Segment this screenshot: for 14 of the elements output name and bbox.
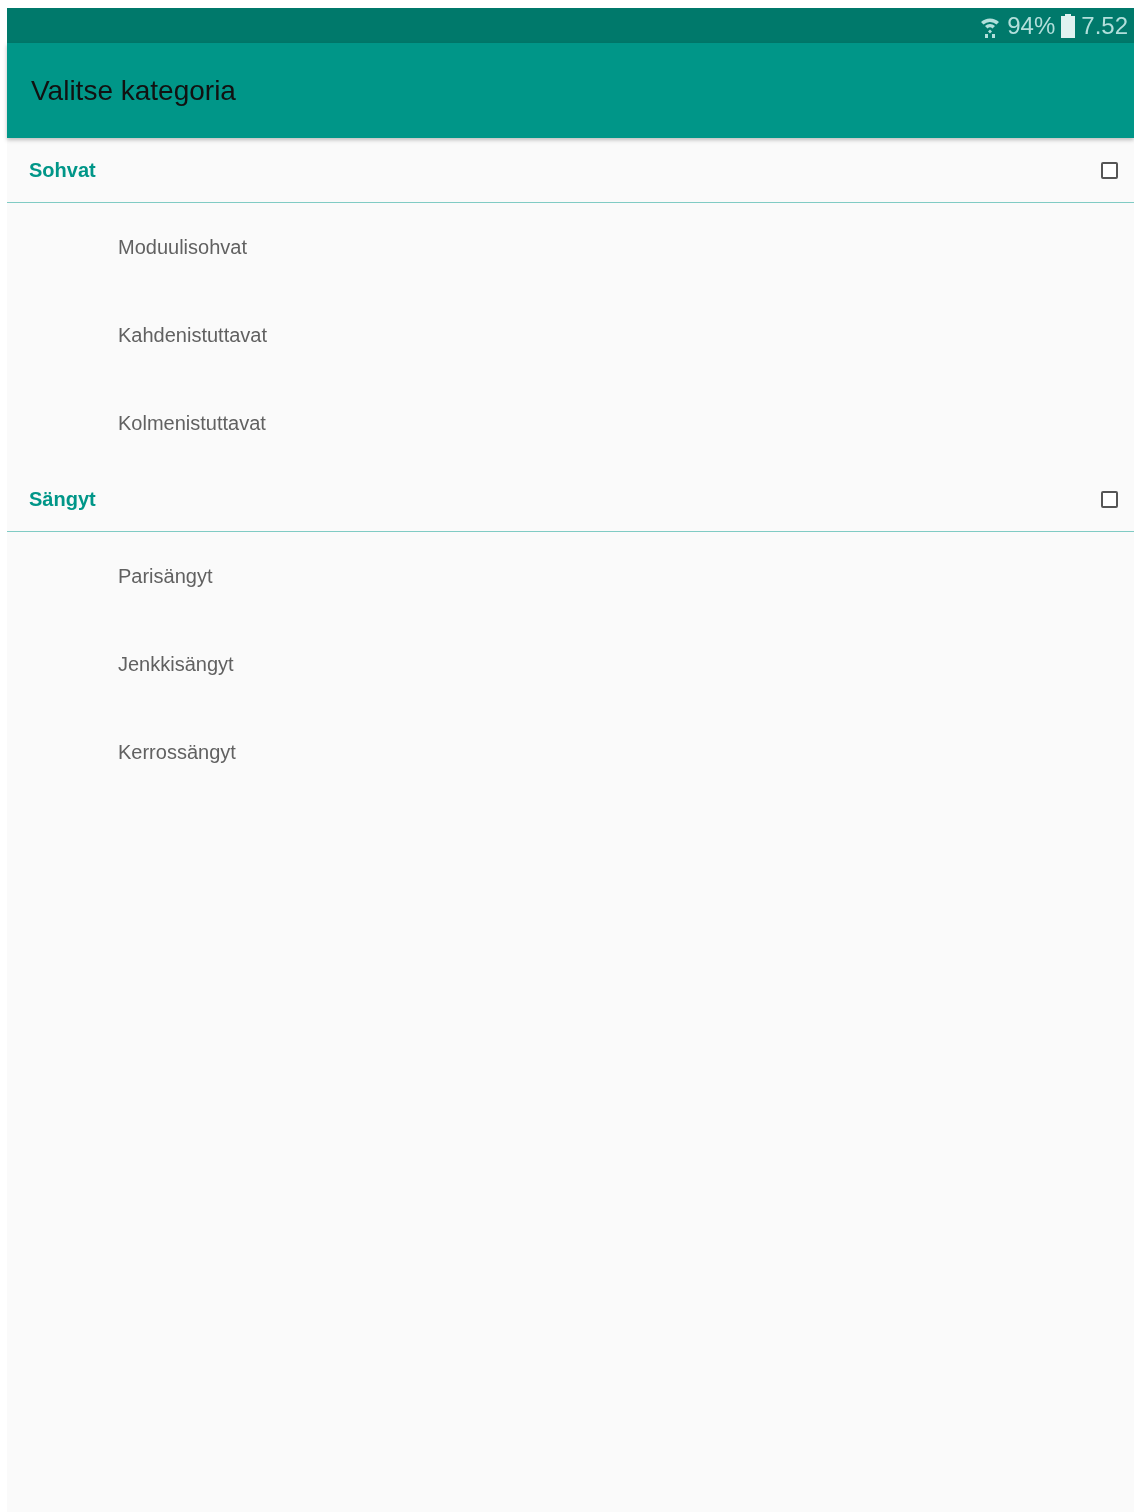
screen-title: Valitse kategoria [31,74,236,107]
checkbox[interactable] [1101,490,1118,508]
category-header[interactable]: Sohvat [29,158,96,182]
subcategory-item[interactable]: Kerrossängyt [118,740,236,764]
category-header[interactable]: Sängyt [29,487,96,511]
subcategory-item[interactable]: Jenkkisängyt [118,652,234,676]
battery-icon [1061,13,1076,38]
subcategory-item[interactable]: Moduulisohvat [118,235,247,259]
subcategory-item[interactable]: Kolmenistuttavat [118,411,266,435]
battery-percent: 94% [1007,11,1056,40]
subcategory-item[interactable]: Kahdenistuttavat [118,323,267,347]
clock: 7.52 [1081,11,1128,40]
subcategory-item[interactable]: Parisängyt [118,564,213,588]
checkbox[interactable] [1101,161,1118,179]
